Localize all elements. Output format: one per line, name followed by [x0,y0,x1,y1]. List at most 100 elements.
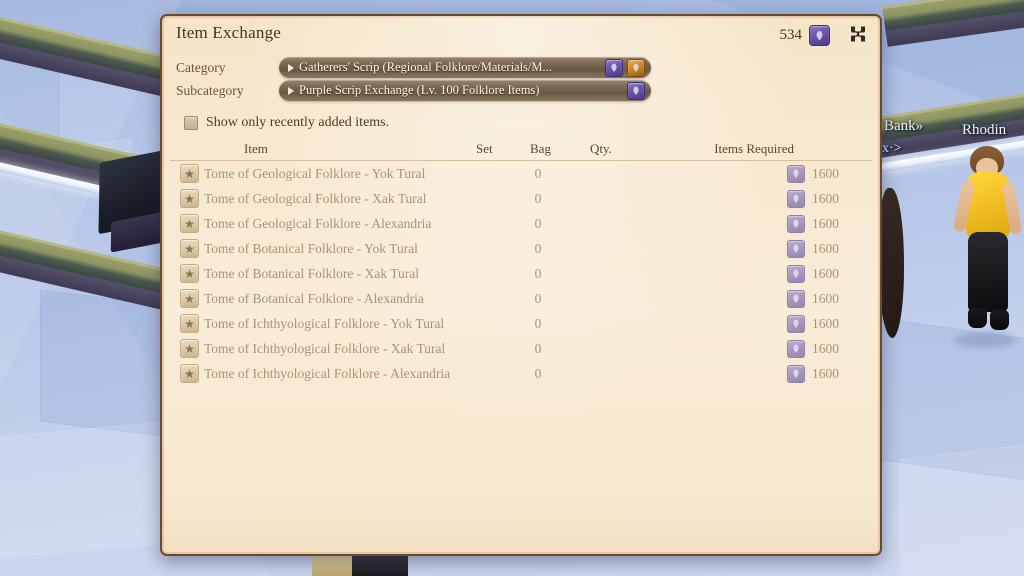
window-title: Item Exchange [176,23,282,42]
close-button[interactable] [846,22,870,46]
cell-items-required: 1600 [787,289,842,308]
floor-tile [0,421,172,561]
table-row[interactable]: Tome of Ichthyological Folklore - Xak Tu… [170,336,872,361]
column-header-items-required: Items Required [714,141,794,156]
exchange-table: Item Set Bag Qty. Items Required Tome of… [162,138,880,550]
nameplate-rhodin: Rhodin [962,122,1007,138]
nameplate-marker: x·> [882,141,902,156]
column-header-qty: Qty. [590,141,612,156]
purple-scrip-icon [787,214,805,233]
currency-amount: 534 [779,27,803,43]
category-value: Gatherers' Scrip (Regional Folklore/Mate… [299,60,552,74]
cell-items-required: 1600 [787,314,842,333]
cell-bag: 0 [534,190,542,206]
favorite-star-icon [180,164,199,183]
table-body: Tome of Geological Folklore - Yok Tural 0… [170,161,872,386]
checkbox-icon[interactable] [184,116,198,130]
item-name: Tome of Geological Folklore - Xak Tural [204,190,427,206]
purple-scrip-icon [787,364,805,383]
item-name: Tome of Botanical Folklore - Xak Tural [204,265,420,281]
cell-bag: 0 [534,315,542,331]
cell-items-required: 1600 [787,239,842,258]
table-row[interactable]: Tome of Geological Folklore - Yok Tural 0… [170,161,872,186]
cost-value: 1600 [812,265,839,281]
cost-value: 1600 [812,365,839,381]
column-header-item: Item [244,141,268,156]
recently-added-filter[interactable]: Show only recently added items. [184,115,389,131]
recently-added-label: Show only recently added items. [206,115,390,130]
cell-bag: 0 [534,265,542,281]
favorite-star-icon [180,264,199,283]
subcategory-dropdown[interactable]: Purple Scrip Exchange (Lv. 100 Folklore … [279,80,651,101]
category-row: Category Gatherers' Scrip (Regional Folk… [176,57,651,78]
favorite-star-icon [180,314,199,333]
cost-value: 1600 [812,240,839,256]
cell-bag: 0 [534,240,542,256]
item-name: Tome of Geological Folklore - Alexandria [204,215,432,231]
chevron-right-icon [288,86,294,95]
subcategory-icons [627,81,645,100]
table-row[interactable]: Tome of Botanical Folklore - Yok Tural 0 1… [170,236,872,261]
category-dropdown[interactable]: Gatherers' Scrip (Regional Folklore/Mate… [279,57,651,78]
item-name: Tome of Ichthyological Folklore - Alexan… [204,365,451,381]
category-icons [605,58,645,77]
cost-value: 1600 [812,340,839,356]
purple-scrip-icon [787,289,805,308]
item-name: Tome of Ichthyological Folklore - Xak Tu… [204,340,446,356]
item-name: Tome of Botanical Folklore - Alexandria [204,290,424,306]
table-header: Item Set Bag Qty. Items Required [170,138,872,161]
favorite-star-icon [180,289,199,308]
cost-value: 1600 [812,315,839,331]
currency-display: 534 [779,25,830,46]
cell-items-required: 1600 [787,164,842,183]
cell-bag: 0 [534,165,542,181]
game-screen: Bank» x·> Rhodin Item Exchange 534 Categ… [0,0,1024,576]
cost-value: 1600 [812,190,839,206]
chevron-right-icon [288,63,294,72]
purple-scrip-icon [809,25,830,46]
cost-value: 1600 [812,215,839,231]
cell-items-required: 1600 [787,364,842,383]
purple-scrip-icon [627,81,645,100]
cell-bag: 0 [534,340,542,356]
favorite-star-icon [180,364,199,383]
table-row[interactable]: Tome of Geological Folklore - Xak Tural 0… [170,186,872,211]
cell-bag: 0 [534,365,542,381]
item-name: Tome of Geological Folklore - Yok Tural [204,165,426,181]
column-header-bag: Bag [530,141,551,156]
purple-scrip-icon [787,239,805,258]
favorite-star-icon [180,339,199,358]
item-name: Tome of Botanical Folklore - Yok Tural [204,240,418,256]
category-label: Category [176,59,226,75]
table-row[interactable]: Tome of Ichthyological Folklore - Yok Tu… [170,311,872,336]
floor-tile [900,440,1024,576]
table-row[interactable]: Tome of Botanical Folklore - Xak Tural 0 1… [170,261,872,286]
cell-bag: 0 [534,215,542,231]
table-row[interactable]: Tome of Botanical Folklore - Alexandria 0… [170,286,872,311]
subcategory-label: Subcategory [176,82,244,98]
table-row[interactable]: Tome of Ichthyological Folklore - Alexan… [170,361,872,386]
favorite-star-icon [180,239,199,258]
cost-value: 1600 [812,290,839,306]
cell-bag: 0 [534,290,542,306]
purple-scrip-icon [787,164,805,183]
cell-items-required: 1600 [787,264,842,283]
favorite-star-icon [180,189,199,208]
cell-items-required: 1600 [787,189,842,208]
npc-character [952,146,1024,356]
architecture-ledge [882,0,1024,47]
cell-items-required: 1600 [787,339,842,358]
favorite-star-icon [180,214,199,233]
nameplate-bank: Bank» [884,118,924,134]
column-header-set: Set [476,141,493,156]
purple-scrip-icon [787,264,805,283]
cell-items-required: 1600 [787,214,842,233]
subcategory-row: Subcategory Purple Scrip Exchange (Lv. 1… [176,80,651,101]
purple-scrip-icon [605,58,623,77]
orange-scrip-icon [627,58,645,77]
item-exchange-window: Item Exchange 534 Category Gatherers' Sc… [160,14,882,556]
item-name: Tome of Ichthyological Folklore - Yok Tu… [204,315,445,331]
purple-scrip-icon [787,189,805,208]
purple-scrip-icon [787,339,805,358]
table-row[interactable]: Tome of Geological Folklore - Alexandria… [170,211,872,236]
